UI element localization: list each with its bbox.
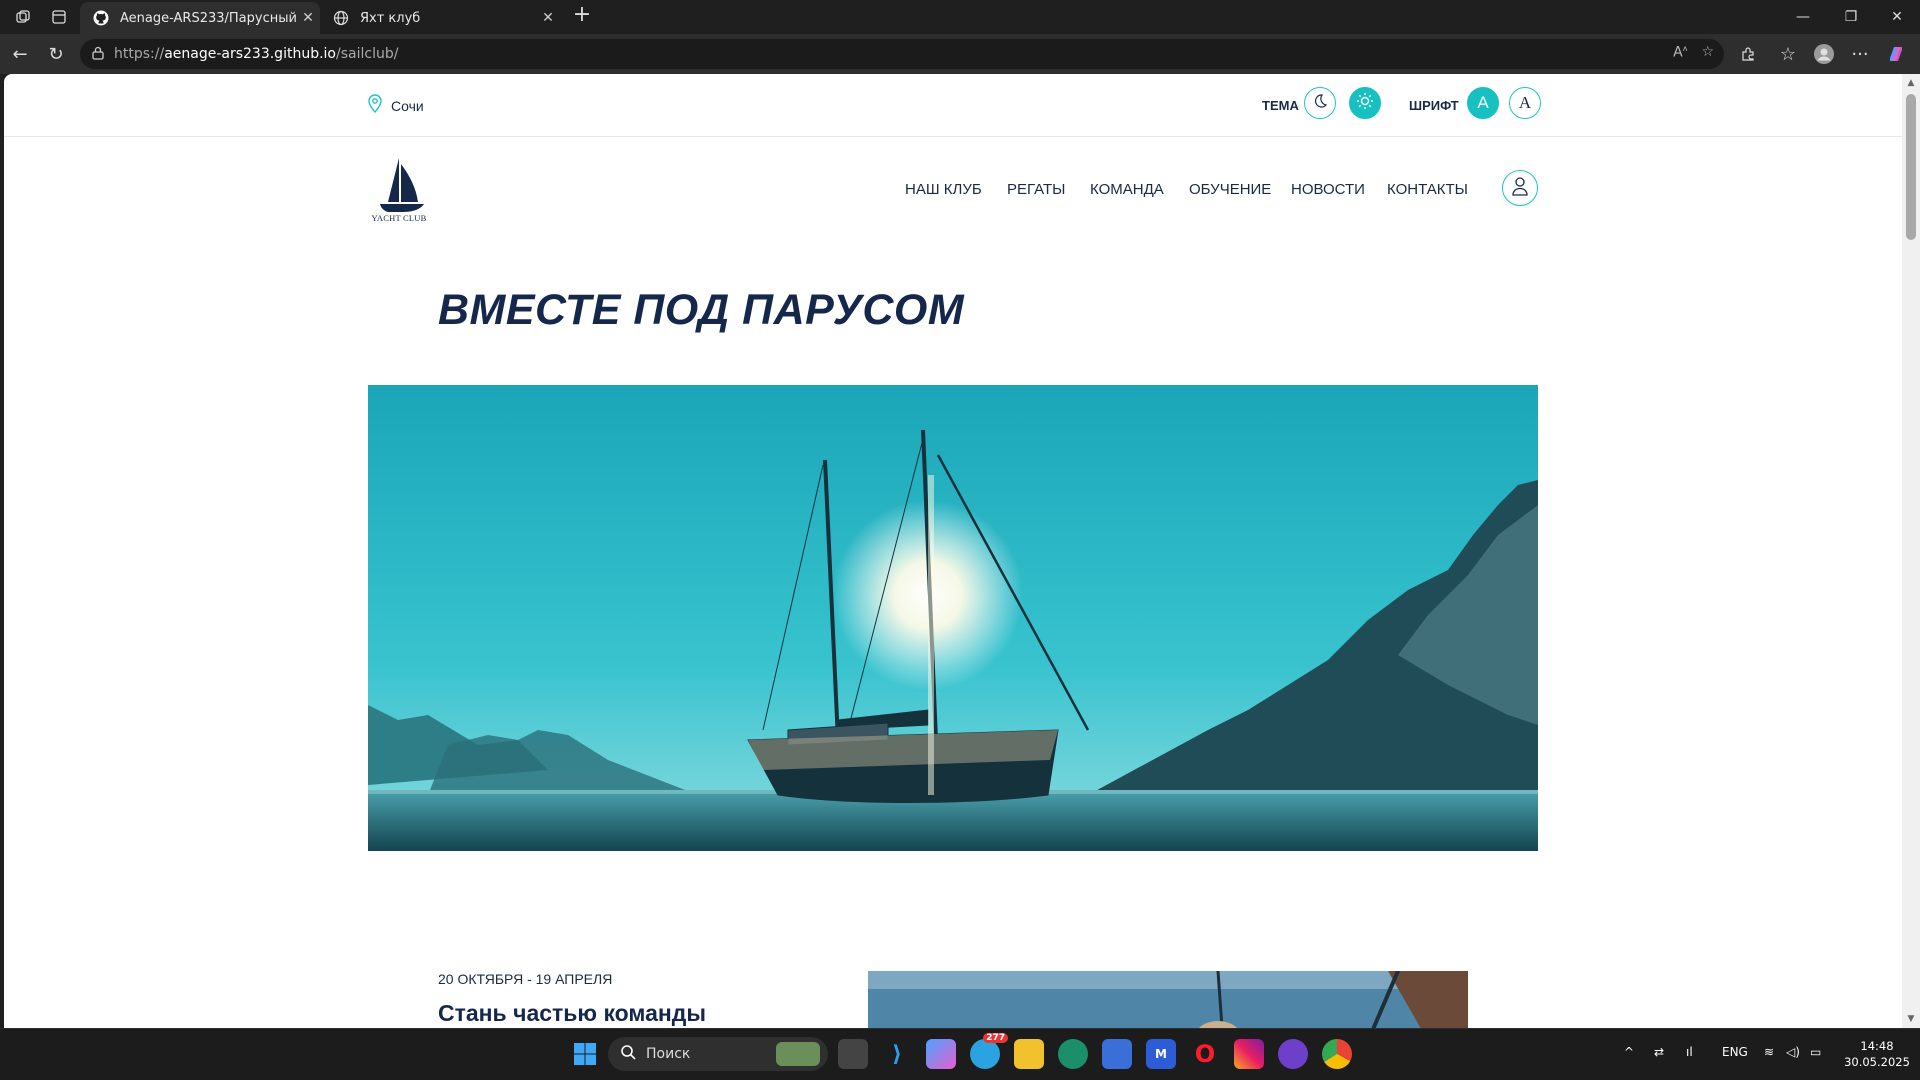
sync-icon[interactable]: ⇄ <box>1654 1045 1664 1059</box>
event-title[interactable]: Стань частью команды <box>438 1000 706 1027</box>
nav-item-our-club[interactable]: НАШ КЛУБ <box>905 181 982 198</box>
favorites-icon[interactable]: ☆ <box>1776 42 1800 66</box>
github-desktop-icon[interactable] <box>1278 1039 1308 1069</box>
account-button[interactable] <box>1502 170 1538 206</box>
wifi-icon[interactable]: ≋ <box>1764 1045 1774 1059</box>
location[interactable]: Сочи <box>367 94 424 117</box>
font-sans-button[interactable]: A <box>1467 87 1499 119</box>
browser-titlebar: Aenage-ARS233/Парусный клуб ✕ Яхт клуб ✕… <box>0 0 1920 34</box>
back-icon[interactable]: ← <box>8 42 32 66</box>
dark-theme-button[interactable] <box>1304 87 1336 119</box>
copilot-app-icon[interactable] <box>926 1039 956 1069</box>
opera-icon[interactable]: O <box>1190 1039 1220 1069</box>
battery-icon[interactable]: ▭ <box>1810 1045 1821 1059</box>
tab-github[interactable]: Aenage-ARS233/Парусный клуб ✕ <box>80 2 320 34</box>
tab-title: Aenage-ARS233/Парусный клуб <box>120 10 296 26</box>
search-placeholder: Поиск <box>646 1046 691 1062</box>
extensions-icon[interactable] <box>1736 42 1760 66</box>
refresh-icon[interactable]: ↻ <box>44 42 68 66</box>
scrollbar-thumb[interactable] <box>1906 94 1916 240</box>
system-clock[interactable]: 14:48 30.05.2025 <box>1842 1038 1912 1070</box>
windows-taskbar: Поиск ⟩ 277 M O ^ ⇄ ıl ENG ≋ ◁) ▭ 14:48 … <box>0 1028 1920 1080</box>
page-scrollbar[interactable]: ▲ ▼ <box>1902 74 1920 1028</box>
user-icon <box>1511 176 1529 200</box>
sun-icon <box>1356 92 1374 115</box>
show-hidden-icons[interactable]: ^ <box>1624 1045 1634 1059</box>
telegram-badge: 277 <box>983 1033 1008 1043</box>
hero-image <box>368 385 1538 851</box>
web-page: Сочи ТЕМА ШРИФТ A A YACHT CLUB НАШ КЛУБ … <box>4 74 1902 1028</box>
nav-item-team[interactable]: КОМАНДА <box>1090 181 1164 198</box>
task-view-icon[interactable] <box>838 1039 868 1069</box>
new-tab-button[interactable]: + <box>570 4 594 28</box>
hero-title: ВМЕСТЕ ПОД ПАРУСОМ <box>438 286 965 334</box>
url-path: /sailclub/ <box>336 46 399 62</box>
font-label: ШРИФТ <box>1409 98 1459 113</box>
event-dates: 20 ОКТЯБРЯ - 19 АПРЕЛЯ <box>438 971 613 987</box>
close-tab-icon[interactable]: ✕ <box>296 10 320 26</box>
site-info-icon[interactable] <box>90 45 106 61</box>
edge-icon[interactable] <box>1058 1039 1088 1069</box>
font-serif-button[interactable]: A <box>1509 87 1541 119</box>
m-app-icon[interactable]: M <box>1146 1039 1176 1069</box>
copilot-icon[interactable] <box>1884 42 1908 66</box>
audio-meter-icon[interactable]: ıl <box>1686 1045 1693 1059</box>
github-icon <box>92 9 110 27</box>
light-theme-button[interactable] <box>1349 87 1381 119</box>
start-button[interactable] <box>570 1039 600 1069</box>
tab-title: Яхт клуб <box>360 10 421 26</box>
scroll-down-icon[interactable]: ▼ <box>1906 1014 1916 1024</box>
instagram-icon[interactable] <box>1234 1039 1264 1069</box>
search-icon <box>620 1044 636 1064</box>
event-image <box>868 971 1468 1028</box>
nav-item-training[interactable]: ОБУЧЕНИЕ <box>1189 181 1271 198</box>
telegram-icon[interactable]: 277 <box>970 1033 1008 1069</box>
restore-button[interactable]: ❐ <box>1828 0 1874 34</box>
clock-time: 14:48 <box>1860 1039 1894 1053</box>
logo-text: YACHT CLUB <box>371 213 427 223</box>
close-tab-icon[interactable]: ✕ <box>536 10 560 26</box>
address-toolbar: ← ↻ https://aenage-ars233.github.io/sail… <box>0 34 1920 74</box>
tab-yacht-club[interactable]: Яхт клуб ✕ <box>320 2 560 34</box>
taskbar-search[interactable]: Поиск <box>608 1037 828 1071</box>
theme-label: ТЕМА <box>1262 98 1299 113</box>
more-menu-icon[interactable]: ··· <box>1848 42 1872 66</box>
nav-item-contacts[interactable]: КОНТАКТЫ <box>1387 181 1468 198</box>
workspaces-icon[interactable] <box>12 6 34 28</box>
file-explorer-icon[interactable] <box>1014 1039 1044 1069</box>
read-aloud-icon[interactable]: Aʌ <box>1673 44 1687 61</box>
map-pin-icon <box>367 94 383 117</box>
clock-date: 30.05.2025 <box>1844 1055 1910 1069</box>
profile-avatar[interactable] <box>1812 42 1836 66</box>
address-bar[interactable]: https://aenage-ars233.github.io/sailclub… <box>80 39 1724 69</box>
utility-bar: Сочи ТЕМА ШРИФТ A A <box>4 74 1902 137</box>
chrome-icon[interactable] <box>1322 1039 1352 1069</box>
favorite-star-icon[interactable]: ☆ <box>1701 44 1714 61</box>
globe-icon <box>332 9 350 27</box>
store-icon[interactable] <box>1102 1039 1132 1069</box>
moon-icon <box>1312 93 1328 114</box>
location-label: Сочи <box>391 97 424 114</box>
url-scheme: https:// <box>114 46 165 62</box>
minimize-button[interactable]: — <box>1780 0 1826 34</box>
search-highlight-image <box>776 1042 820 1066</box>
volume-icon[interactable]: ◁) <box>1786 1045 1800 1059</box>
tab-actions-icon[interactable] <box>48 6 70 28</box>
url-host: aenage-ars233.github.io <box>164 46 336 62</box>
nav-item-regattas[interactable]: РЕГАТЫ <box>1007 181 1065 198</box>
language-indicator[interactable]: ENG <box>1722 1045 1748 1059</box>
scroll-up-icon[interactable]: ▲ <box>1906 78 1916 88</box>
nav-item-news[interactable]: НОВОСТИ <box>1291 181 1365 198</box>
close-window-button[interactable]: ✕ <box>1874 0 1920 34</box>
vscode-icon[interactable]: ⟩ <box>882 1039 912 1069</box>
